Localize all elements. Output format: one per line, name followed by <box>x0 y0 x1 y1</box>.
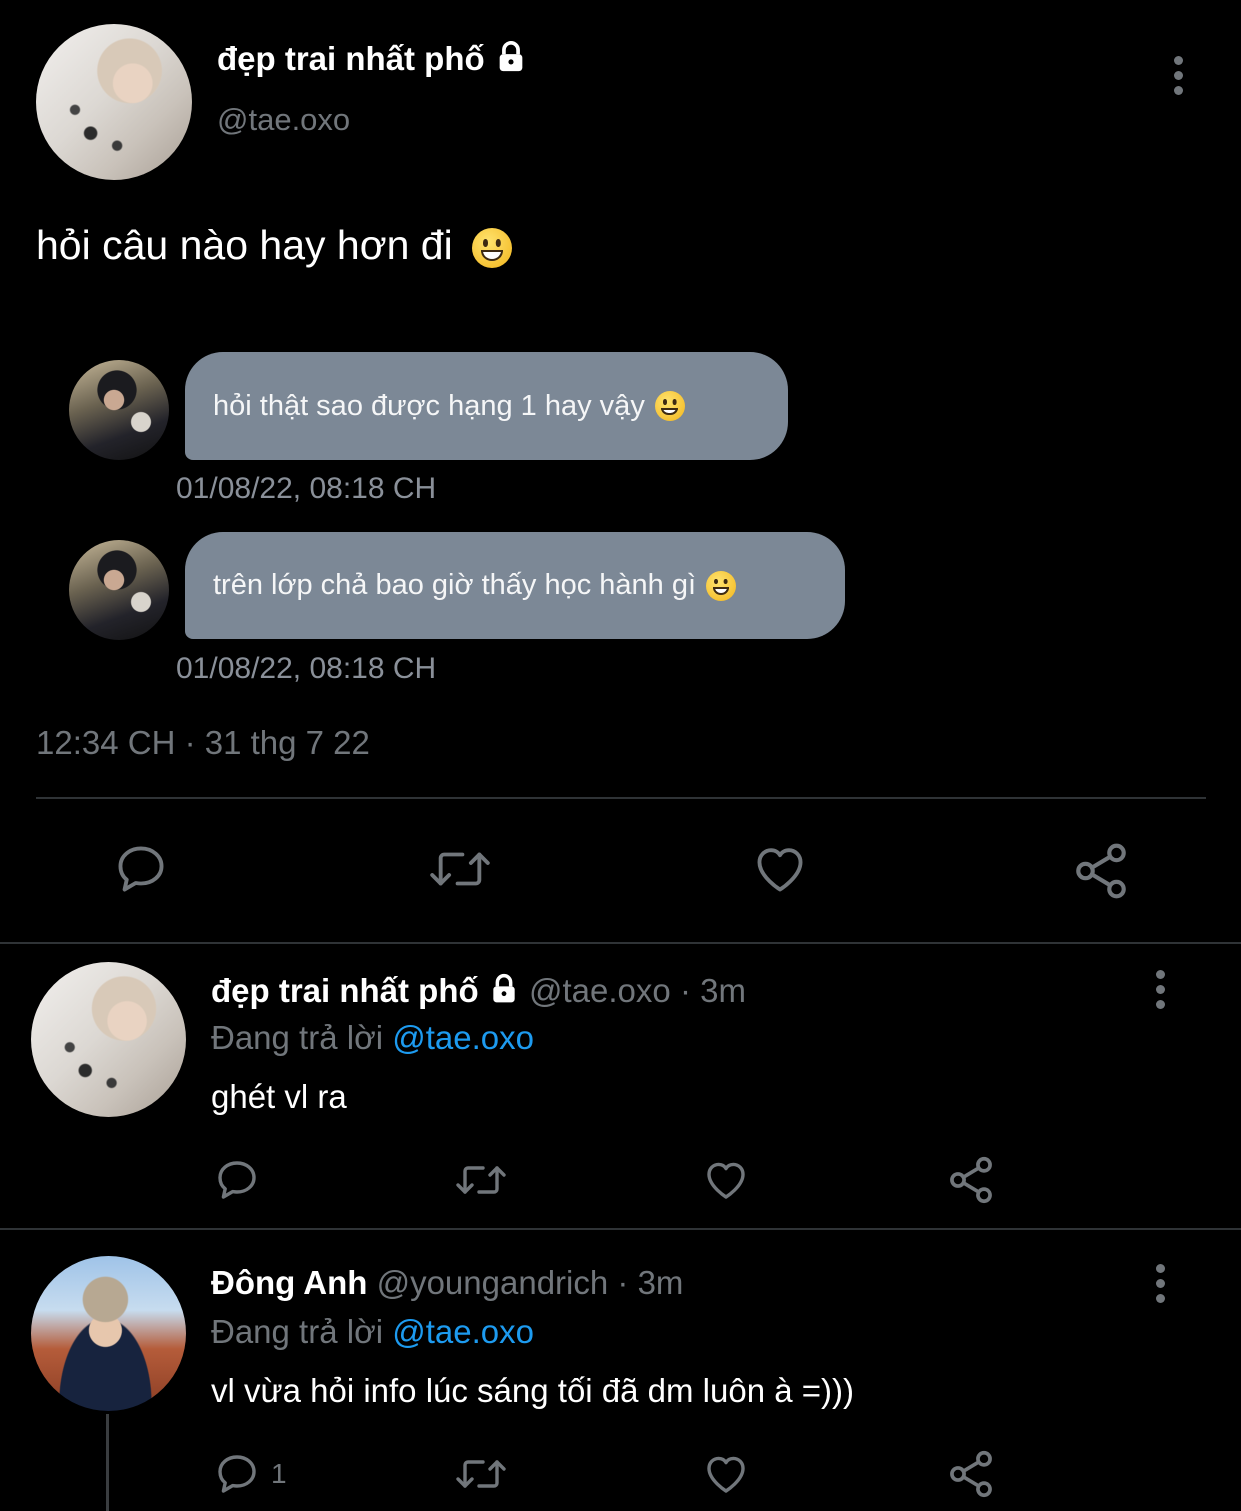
author-avatar[interactable] <box>36 24 192 180</box>
reply-avatar[interactable] <box>31 1256 186 1411</box>
thread-line <box>106 1414 109 1511</box>
tweet-timestamp[interactable]: 12:34 CH · 31 thg 7 22 <box>36 724 370 762</box>
reply-time: · 3m <box>617 1264 684 1301</box>
comment-icon[interactable] <box>213 1450 261 1503</box>
reply-avatar[interactable] <box>31 962 186 1117</box>
more-vertical-icon[interactable] <box>1156 1264 1166 1309</box>
message-time: 01/08/22, 08:18 CH <box>176 472 437 505</box>
message-bubble: trên lớp chả bao giờ thấy học hành gì <box>185 532 845 639</box>
retweet-icon[interactable] <box>453 1156 509 1209</box>
message-text: hỏi thật sao được hạng 1 hay vậy <box>213 389 645 422</box>
comment-icon[interactable] <box>112 840 170 903</box>
heart-icon[interactable] <box>702 1156 750 1209</box>
divider <box>36 797 1206 799</box>
share-icon[interactable] <box>1070 840 1132 907</box>
replying-to-label: Đang trả lời <box>211 1313 384 1350</box>
tweet-text: hỏi câu nào hay hơn đi <box>36 222 453 268</box>
share-icon[interactable] <box>945 1448 997 1505</box>
grinning-face-emoji <box>472 228 513 269</box>
message-bubble: hỏi thật sao được hạng 1 hay vậy <box>185 352 788 460</box>
reply-author-handle[interactable]: @tae.oxo <box>529 972 671 1009</box>
reply-text: ghét vl ra <box>211 1078 347 1115</box>
author-handle[interactable]: @tae.oxo <box>217 102 350 138</box>
message-time: 01/08/22, 08:18 CH <box>176 652 437 685</box>
grinning-face-emoji <box>706 570 737 601</box>
chat-avatar <box>69 540 169 640</box>
reply-text: vl vừa hỏi info lúc sáng tối đã dm luôn … <box>211 1372 855 1409</box>
more-vertical-icon[interactable] <box>1174 56 1184 101</box>
replying-to-row: Đang trả lời @tae.oxo <box>211 1313 534 1351</box>
reply-author-name[interactable]: đẹp trai nhất phố <box>211 972 479 1009</box>
message-text: trên lớp chả bao giờ thấy học hành gì <box>213 569 697 601</box>
divider <box>0 1228 1241 1230</box>
replying-to-handle[interactable]: @tae.oxo <box>392 1019 534 1056</box>
reply-author-name[interactable]: Đông Anh <box>211 1264 367 1301</box>
heart-icon[interactable] <box>702 1450 750 1503</box>
lock-icon <box>494 40 528 82</box>
reply-header: Đông Anh @youngandrich · 3m <box>211 1264 683 1302</box>
grinning-face-emoji <box>654 391 685 421</box>
replying-to-label: Đang trả lời <box>211 1019 384 1056</box>
share-icon[interactable] <box>945 1154 997 1211</box>
comment-icon[interactable] <box>213 1156 261 1209</box>
author-name-row: đẹp trai nhất phố <box>217 40 528 82</box>
heart-icon[interactable] <box>751 840 809 903</box>
reply-time: · 3m <box>679 972 746 1009</box>
chat-avatar <box>69 360 169 460</box>
replying-to-row: Đang trả lời @tae.oxo <box>211 1019 534 1057</box>
reply-author-handle[interactable]: @youngandrich <box>377 1264 609 1301</box>
more-vertical-icon[interactable] <box>1156 970 1166 1015</box>
author-name[interactable]: đẹp trai nhất phố <box>217 40 485 77</box>
tweet-text-row: hỏi câu nào hay hơn đi <box>36 222 513 269</box>
replying-to-handle[interactable]: @tae.oxo <box>392 1313 534 1350</box>
reply-count: 1 <box>271 1458 287 1489</box>
retweet-icon[interactable] <box>426 840 494 903</box>
divider <box>0 942 1241 944</box>
retweet-icon[interactable] <box>453 1450 509 1503</box>
lock-icon <box>488 973 520 1013</box>
reply-header: đẹp trai nhất phố @tae.oxo · 3m <box>211 972 746 1013</box>
